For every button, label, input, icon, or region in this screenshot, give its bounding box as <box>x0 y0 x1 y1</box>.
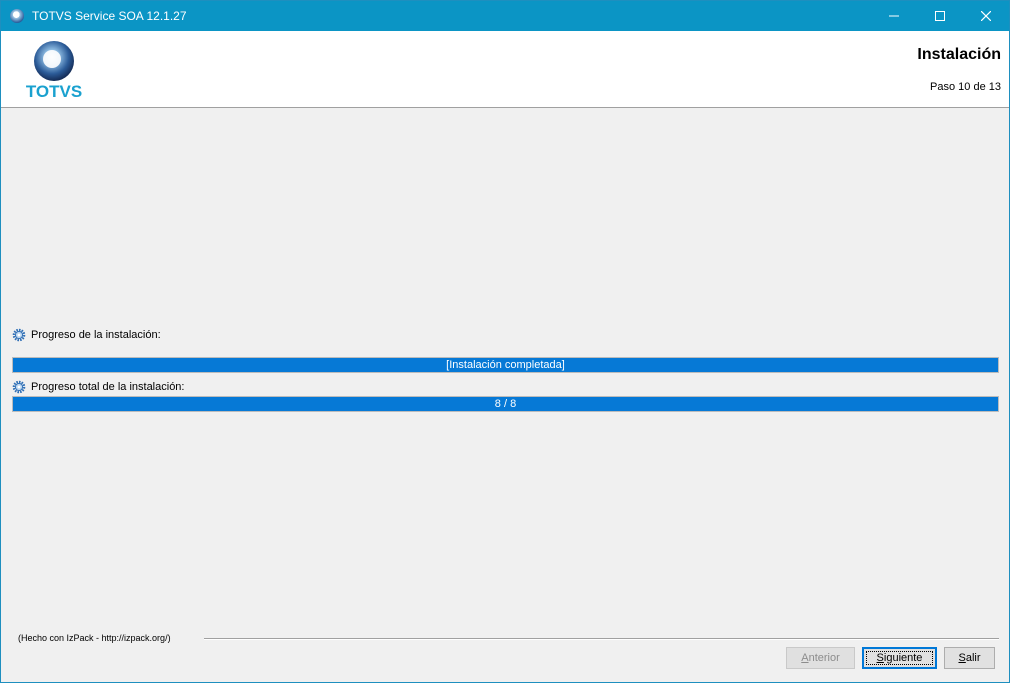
previous-mnemonic: A <box>801 652 809 664</box>
minimize-button[interactable] <box>871 1 917 31</box>
wizard-content: Progreso de la instalación: [Instalación… <box>1 108 1009 682</box>
page-title: Instalación <box>917 46 1001 63</box>
logo-text: TOTVS <box>26 82 82 100</box>
close-icon <box>981 11 991 21</box>
total-progress-bar: 8 / 8 <box>12 396 999 412</box>
minimize-icon <box>889 15 899 17</box>
gear-icon <box>12 380 26 394</box>
footer-divider <box>204 638 999 640</box>
install-progress-bar: [Instalación completada] <box>12 357 999 373</box>
title-bar[interactable]: TOTVS Service SOA 12.1.27 <box>1 1 1009 31</box>
window-title: TOTVS Service SOA 12.1.27 <box>32 9 187 23</box>
next-button[interactable]: Siguiente <box>862 647 937 669</box>
focus-rect <box>866 651 933 665</box>
close-button[interactable] <box>963 1 1009 31</box>
totvs-logo: TOTVS <box>26 41 82 100</box>
total-progress-label: Progreso total de la instalación: <box>31 381 185 393</box>
exit-mnemonic: S <box>958 652 966 664</box>
izpack-credit: (Hecho con IzPack - http://izpack.org/) <box>18 633 171 643</box>
previous-button[interactable]: Anterior <box>786 647 855 669</box>
install-progress-text: [Instalación completada] <box>446 359 565 371</box>
installer-window: TOTVS Service SOA 12.1.27 TOTVS Instalac… <box>0 0 1010 683</box>
exit-button[interactable]: Salir <box>944 647 995 669</box>
previous-label-rest: nterior <box>808 652 840 664</box>
step-indicator: Paso 10 de 13 <box>930 81 1001 93</box>
wizard-header: TOTVS Instalación Paso 10 de 13 <box>1 31 1009 108</box>
app-icon[interactable] <box>10 9 24 23</box>
maximize-icon <box>935 11 945 21</box>
exit-label-rest: alir <box>965 652 981 664</box>
gear-icon <box>12 328 26 342</box>
maximize-button[interactable] <box>917 1 963 31</box>
install-progress-label: Progreso de la instalación: <box>31 329 161 341</box>
total-progress-text: 8 / 8 <box>494 398 517 410</box>
